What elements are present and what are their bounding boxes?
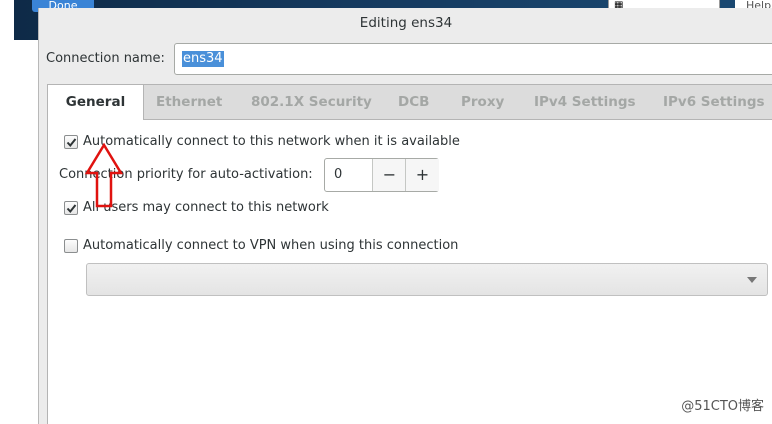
edit-connection-dialog: Editing ens34 Connection name: ens34 Gen… [38,8,772,424]
checkmark-icon [66,204,77,214]
all-users-checkbox[interactable] [64,201,78,215]
red-up-arrow-annotation [84,143,124,208]
priority-decrement-button[interactable]: − [372,159,406,191]
vpn-checkbox[interactable] [64,239,78,253]
auto-connect-checkbox[interactable] [64,135,78,149]
tab-proxy[interactable]: Proxy [461,85,504,119]
tab-8021x-security[interactable]: 802.1X Security [251,85,372,119]
tab-ipv6-settings[interactable]: IPv6 Settings [663,85,765,119]
connection-name-value: ens34 [182,51,224,67]
auto-connect-label: Automatically connect to this network wh… [83,134,460,149]
dropdown-arrow-icon [747,277,757,283]
dialog-title: Editing ens34 [359,15,453,31]
tab-strip: General Ethernet 802.1X Security DCB Pro… [48,85,772,120]
connection-name-input[interactable]: ens34 [174,43,772,75]
priority-increment-button[interactable]: + [405,159,439,191]
vpn-connection-select[interactable] [86,263,768,296]
tab-general[interactable]: General [48,85,144,120]
background-window-edge [0,0,14,424]
priority-value[interactable]: 0 [334,167,342,182]
priority-spinbutton[interactable]: 0 − + [324,158,439,192]
connection-name-label: Connection name: [46,51,165,66]
vpn-label: Automatically connect to VPN when using … [83,238,459,253]
tab-ipv4-settings[interactable]: IPv4 Settings [534,85,636,119]
checkmark-icon [66,138,77,148]
settings-notebook: General Ethernet 802.1X Security DCB Pro… [47,84,772,424]
tab-ethernet[interactable]: Ethernet [156,85,222,119]
tab-dcb[interactable]: DCB [398,85,429,119]
watermark: @51CTO博客 [681,399,764,414]
